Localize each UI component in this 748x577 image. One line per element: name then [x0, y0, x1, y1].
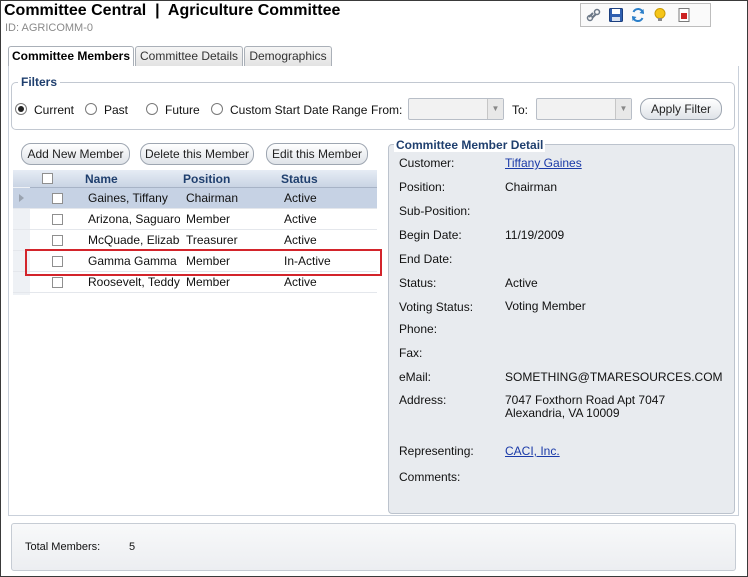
to-label: To:	[512, 103, 529, 117]
refresh-icon[interactable]	[630, 7, 646, 23]
link-icon[interactable]	[586, 7, 602, 23]
edit-member-button[interactable]: Edit this Member	[266, 143, 368, 165]
filter-future-label: Future	[165, 103, 200, 117]
table-row[interactable]: Arizona, Saguaro Member Active	[13, 209, 377, 230]
address-line1: 7047 Foxthorn Road Apt 7047	[505, 393, 666, 407]
member-position: Member	[186, 275, 231, 289]
column-position-header[interactable]: Position	[183, 171, 230, 187]
tab-committee-details[interactable]: Committee Details	[135, 46, 243, 66]
status-value: Active	[505, 276, 538, 290]
address-label: Address:	[399, 393, 447, 407]
member-status: Active	[284, 212, 317, 226]
toolbar	[580, 3, 711, 27]
begin-date-value: 11/19/2009	[505, 228, 565, 242]
email-value: SOMETHING@TMARESOURCES.COM	[505, 370, 723, 384]
from-label: From:	[371, 103, 403, 117]
table-row[interactable]: McQuade, Elizabet Treasurer Active	[13, 230, 377, 251]
member-position: Chairman	[186, 191, 239, 205]
row-checkbox[interactable]	[52, 277, 63, 288]
row-highlight-box	[25, 249, 382, 276]
filter-current-radio[interactable]	[15, 103, 27, 115]
member-status: Active	[284, 191, 317, 205]
current-row-indicator-icon	[19, 194, 24, 202]
member-position: Member	[186, 212, 231, 226]
position-value: Chairman	[505, 180, 558, 194]
chevron-down-icon[interactable]: ▼	[615, 99, 631, 119]
filter-current-label: Current	[34, 103, 75, 117]
filter-future-radio[interactable]	[146, 103, 158, 115]
filter-custom-radio[interactable]	[211, 103, 223, 115]
tab-strip: Committee Members Committee Details Demo…	[8, 46, 738, 67]
table-row[interactable]: Gaines, Tiffany Chairman Active	[13, 188, 377, 209]
delete-member-button[interactable]: Delete this Member	[140, 143, 254, 165]
filter-custom-label: Custom Start Date Range	[230, 103, 368, 117]
page-title: Committee Central | Agriculture Committe…	[4, 2, 341, 19]
phone-label: Phone:	[399, 322, 438, 336]
footer-bar	[11, 523, 736, 571]
representing-link[interactable]: CACI, Inc.	[505, 444, 560, 458]
tip-icon[interactable]	[652, 7, 668, 23]
member-name: Arizona, Saguaro	[88, 212, 180, 226]
report-icon[interactable]	[676, 7, 692, 23]
member-detail-panel	[388, 144, 735, 514]
from-date-dropdown[interactable]: ▼	[408, 98, 504, 120]
position-label: Position:	[399, 180, 446, 194]
tab-demographics[interactable]: Demographics	[244, 46, 332, 66]
total-members-value: 5	[129, 541, 136, 553]
filters-legend: Filters	[18, 75, 61, 89]
customer-label: Customer:	[399, 156, 455, 170]
record-id: ID: AGRICOMM-0	[5, 22, 94, 34]
begin-date-label: Begin Date:	[399, 228, 462, 242]
representing-label: Representing:	[399, 444, 474, 458]
member-name: McQuade, Elizabet	[88, 233, 180, 247]
filter-past-label: Past	[104, 103, 129, 117]
member-position: Treasurer	[186, 233, 238, 247]
voting-status-label: Voting Status:	[399, 300, 474, 314]
save-icon[interactable]	[608, 7, 624, 23]
address-line2: Alexandria, VA 10009	[505, 406, 620, 420]
filter-past-radio[interactable]	[85, 103, 97, 115]
status-label: Status:	[399, 276, 437, 290]
voting-status-value: Voting Member	[505, 299, 586, 313]
members-grid-header: Name Position Status	[13, 170, 377, 188]
row-checkbox[interactable]	[52, 235, 63, 246]
row-checkbox[interactable]	[52, 193, 63, 204]
member-name: Gaines, Tiffany	[88, 191, 168, 205]
chevron-down-icon[interactable]: ▼	[487, 99, 503, 119]
member-name: Roosevelt, Teddy	[88, 275, 180, 289]
select-all-checkbox[interactable]	[42, 173, 53, 184]
end-date-label: End Date:	[399, 252, 453, 266]
comments-label: Comments:	[399, 470, 461, 484]
column-name-header[interactable]: Name	[85, 171, 118, 187]
row-checkbox[interactable]	[52, 214, 63, 225]
customer-link[interactable]: Tiffany Gaines	[505, 156, 582, 170]
tab-committee-members[interactable]: Committee Members	[8, 46, 134, 67]
apply-filter-button[interactable]: Apply Filter	[640, 98, 722, 120]
email-label: eMail:	[399, 370, 432, 384]
subposition-label: Sub-Position:	[399, 204, 471, 218]
column-status-header[interactable]: Status	[281, 171, 318, 187]
add-new-member-button[interactable]: Add New Member	[21, 143, 130, 165]
fax-label: Fax:	[399, 346, 423, 360]
member-status: Active	[284, 233, 317, 247]
total-members-label: Total Members:	[25, 541, 101, 553]
member-detail-legend: Committee Member Detail	[394, 138, 546, 152]
member-status: Active	[284, 275, 317, 289]
to-date-dropdown[interactable]: ▼	[536, 98, 632, 120]
